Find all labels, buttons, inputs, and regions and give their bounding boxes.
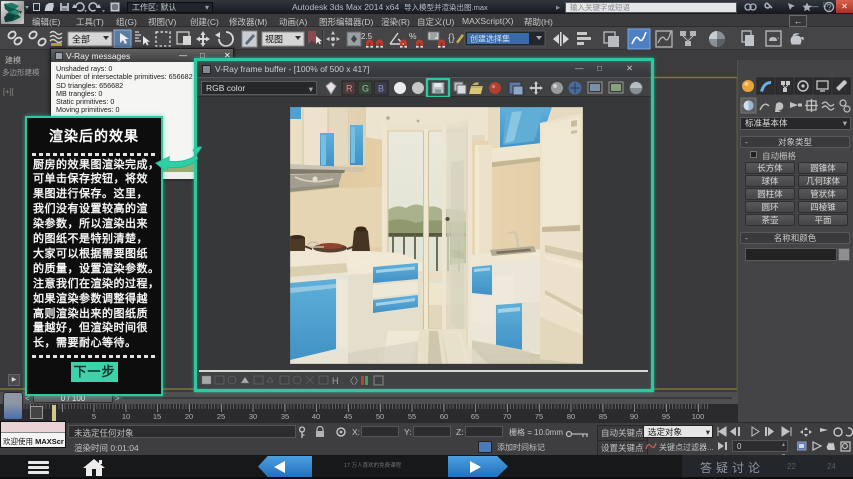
svg-text:100: 100 (692, 412, 705, 421)
svg-text:{}: {} (448, 33, 455, 44)
svg-text:80: 80 (567, 412, 575, 421)
svg-text:75: 75 (535, 412, 543, 421)
svg-text:70: 70 (503, 412, 511, 421)
svg-text:2.5: 2.5 (361, 32, 373, 41)
svg-text:25: 25 (217, 412, 225, 421)
svg-text:5: 5 (92, 412, 96, 421)
svg-text:90: 90 (630, 412, 638, 421)
svg-text:55: 55 (408, 412, 416, 421)
svg-text:40: 40 (312, 412, 320, 421)
svg-text:35: 35 (281, 412, 289, 421)
svg-text:视图: 视图 (265, 34, 283, 45)
svg-text:60: 60 (440, 412, 448, 421)
svg-text:45: 45 (344, 412, 352, 421)
svg-text:95: 95 (662, 412, 670, 421)
svg-text:创建选择集: 创建选择集 (470, 34, 510, 44)
svg-text:15: 15 (153, 412, 161, 421)
svg-text:10: 10 (122, 412, 130, 421)
svg-text:65: 65 (471, 412, 479, 421)
svg-text:?: ? (827, 3, 832, 12)
svg-text:50: 50 (376, 412, 384, 421)
svg-text:85: 85 (599, 412, 607, 421)
svg-text:%: % (409, 31, 417, 41)
svg-text:20: 20 (185, 412, 193, 421)
svg-text:全部: 全部 (72, 34, 90, 45)
svg-text:30: 30 (249, 412, 257, 421)
